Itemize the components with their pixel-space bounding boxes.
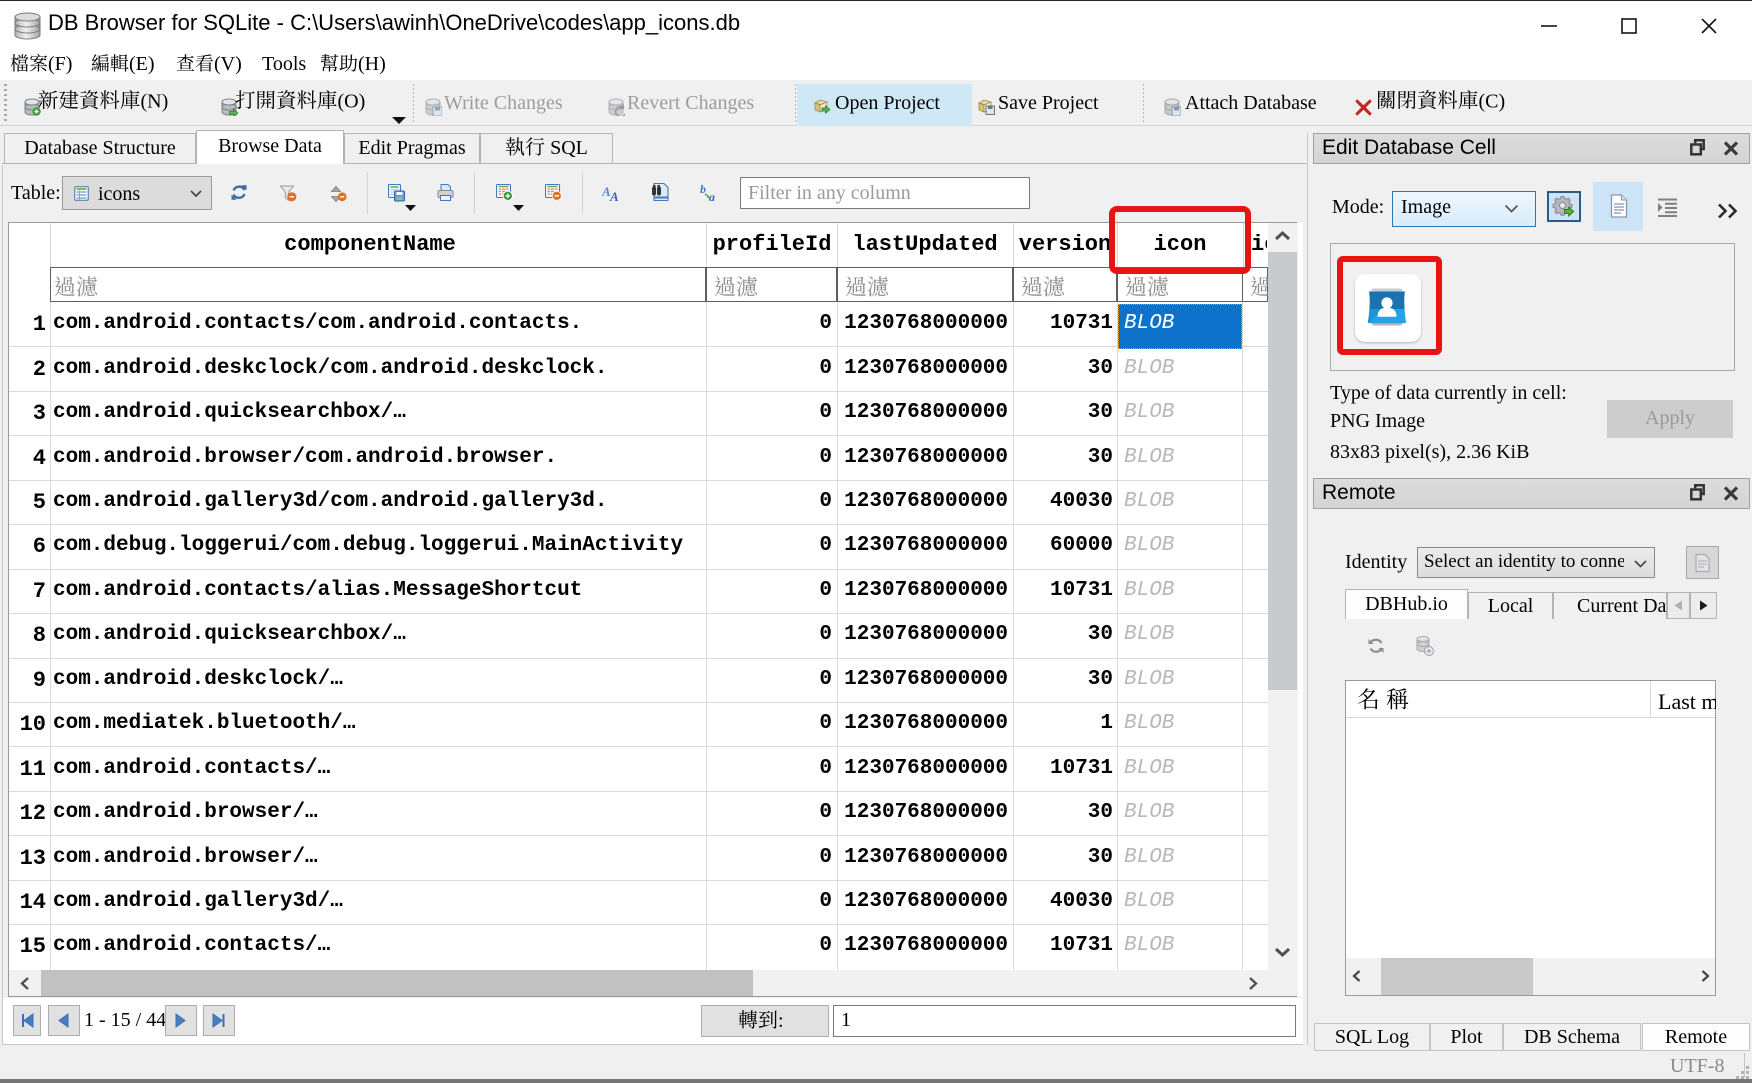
svg-text:A: A [609,189,619,203]
svg-text:a: a [709,190,715,203]
